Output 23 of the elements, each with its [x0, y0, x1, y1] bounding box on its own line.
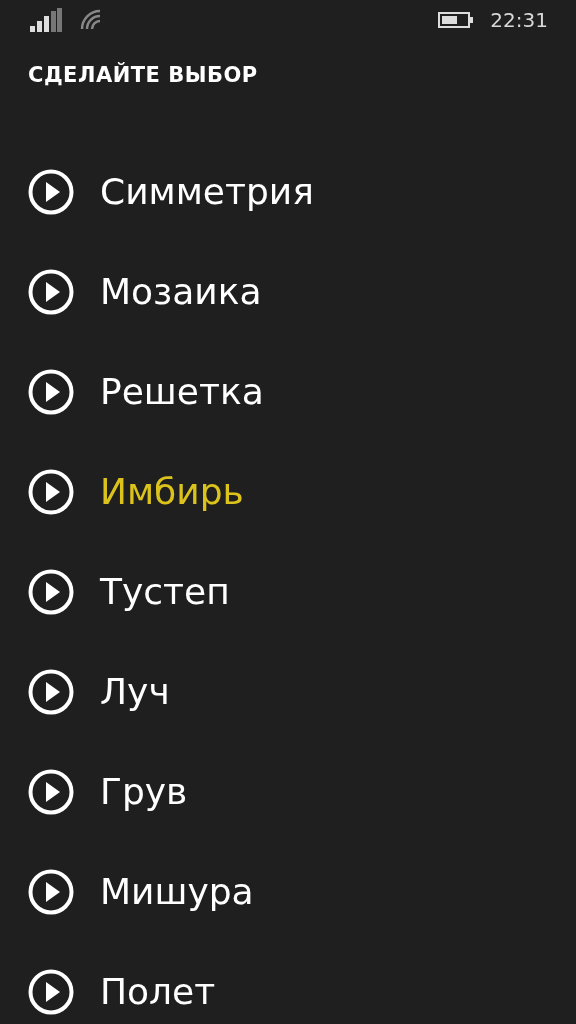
- play-icon: [28, 569, 74, 615]
- play-icon: [28, 869, 74, 915]
- list-item[interactable]: Полет: [0, 942, 576, 1024]
- battery-icon: [438, 12, 475, 28]
- list-item[interactable]: Симметрия: [0, 142, 576, 242]
- list-item[interactable]: Решетка: [0, 342, 576, 442]
- play-icon: [28, 469, 74, 515]
- play-icon: [28, 769, 74, 815]
- play-icon: [28, 269, 74, 315]
- signal-icon: [30, 8, 62, 32]
- play-icon: [28, 369, 74, 415]
- page-title: СДЕЛАЙТЕ ВЫБОР: [28, 61, 258, 89]
- list-item[interactable]: Грув: [0, 742, 576, 842]
- play-icon: [28, 669, 74, 715]
- play-icon: [28, 969, 74, 1015]
- list-item[interactable]: Тустеп: [0, 542, 576, 642]
- list-item[interactable]: Имбирь: [0, 442, 576, 542]
- play-icon: [28, 169, 74, 215]
- list-item[interactable]: Мишура: [0, 842, 576, 942]
- wifi-icon: [80, 9, 102, 31]
- clock-time: 22:31: [490, 8, 548, 32]
- list-item[interactable]: Луч: [0, 642, 576, 742]
- list-item[interactable]: Мозаика: [0, 242, 576, 342]
